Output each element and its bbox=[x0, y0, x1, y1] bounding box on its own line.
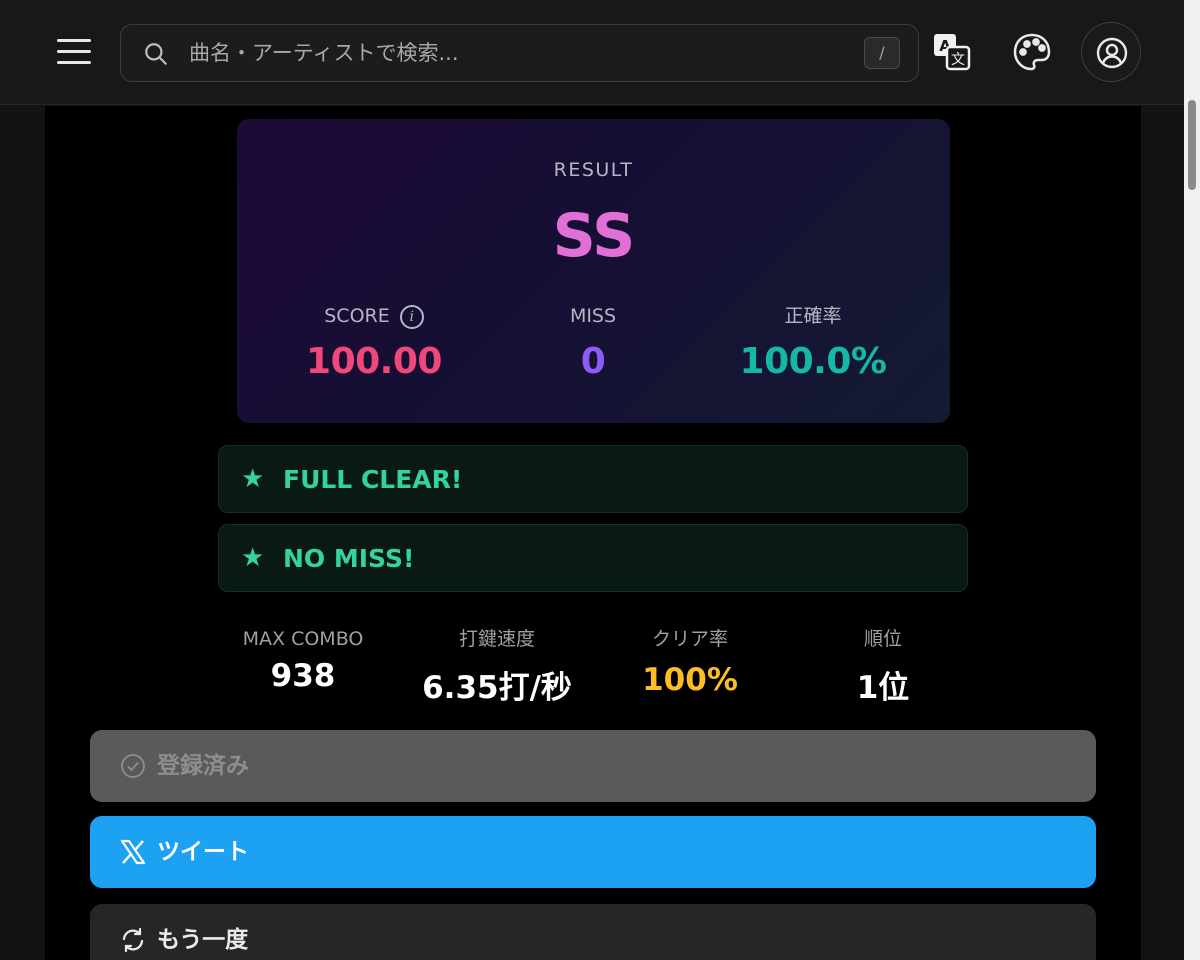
app-header: / A 文 bbox=[0, 0, 1184, 105]
accuracy-stat: 正確率 100.0% bbox=[693, 301, 933, 382]
result-page: RESULT SS SCORE i 100.00 MISS 0 正確率 100.0… bbox=[45, 106, 1141, 960]
check-circle-icon bbox=[121, 754, 145, 778]
result-card: RESULT SS SCORE i 100.00 MISS 0 正確率 100.0… bbox=[237, 119, 950, 423]
retry-button[interactable]: もう一度 bbox=[90, 904, 1096, 960]
miss-stat: MISS 0 bbox=[473, 301, 713, 382]
score-stat: SCORE i 100.00 bbox=[254, 301, 494, 382]
scrollbar-thumb[interactable] bbox=[1188, 100, 1196, 190]
tweet-label: ツイート bbox=[157, 839, 249, 865]
page-scrollbar[interactable] bbox=[1184, 0, 1200, 960]
rank-grade: SS bbox=[552, 201, 636, 271]
typing-speed-stat: 打鍵速度 6.35打/秒 bbox=[397, 624, 597, 707]
search-shortcut-key: / bbox=[864, 37, 900, 69]
full-clear-text: FULL CLEAR! bbox=[283, 465, 463, 494]
score-label: SCORE bbox=[324, 305, 390, 327]
no-miss-text: NO MISS! bbox=[283, 544, 415, 573]
palette-icon[interactable] bbox=[1012, 32, 1052, 72]
full-clear-badge: ★ FULL CLEAR! bbox=[218, 445, 968, 513]
max-combo-stat: MAX COMBO 938 bbox=[203, 624, 403, 694]
star-icon: ★ bbox=[241, 464, 265, 494]
no-miss-badge: ★ NO MISS! bbox=[218, 524, 968, 592]
result-label: RESULT bbox=[553, 159, 634, 181]
clear-rate-value: 100% bbox=[642, 662, 738, 698]
translate-icon[interactable]: A 文 bbox=[932, 32, 972, 72]
tweet-button[interactable]: ツイート bbox=[90, 816, 1096, 888]
typing-speed-value: 6.35打/秒 bbox=[422, 670, 572, 706]
registered-button[interactable]: 登録済み bbox=[90, 730, 1096, 802]
miss-label: MISS bbox=[569, 305, 617, 327]
max-combo-value: 938 bbox=[270, 658, 336, 694]
typing-speed-label: 打鍵速度 bbox=[458, 628, 535, 650]
search-input[interactable] bbox=[189, 25, 849, 81]
clear-rate-label: クリア率 bbox=[651, 628, 728, 650]
search-icon bbox=[145, 43, 167, 65]
hamburger-menu-button[interactable] bbox=[57, 36, 91, 66]
refresh-icon bbox=[122, 927, 144, 953]
score-value: 100.00 bbox=[306, 341, 442, 382]
rank-position-stat: 順位 1位 bbox=[783, 624, 983, 707]
x-logo-icon bbox=[120, 839, 146, 865]
accuracy-label: 正確率 bbox=[784, 305, 842, 327]
user-circle-icon bbox=[1096, 37, 1128, 69]
miss-value: 0 bbox=[580, 341, 606, 382]
max-combo-label: MAX COMBO bbox=[242, 628, 364, 650]
info-icon[interactable]: i bbox=[399, 304, 424, 329]
accuracy-value: 100.0% bbox=[739, 341, 887, 382]
rank-position-label: 順位 bbox=[863, 628, 902, 650]
star-icon: ★ bbox=[241, 543, 265, 573]
search-box[interactable]: / bbox=[120, 24, 919, 82]
rank-position-value: 1位 bbox=[856, 670, 910, 706]
retry-label: もう一度 bbox=[157, 927, 249, 953]
svg-text:文: 文 bbox=[951, 52, 965, 68]
registered-label: 登録済み bbox=[157, 753, 249, 779]
clear-rate-stat: クリア率 100% bbox=[590, 624, 790, 698]
account-button[interactable] bbox=[1081, 22, 1141, 82]
